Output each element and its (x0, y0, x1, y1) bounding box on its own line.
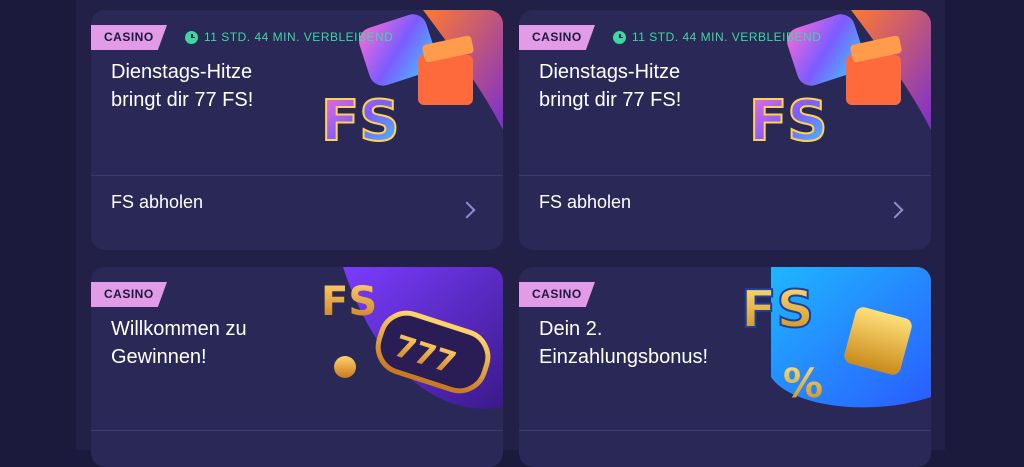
promo-card[interactable]: 777 FS CASINO Willkommen zu Gewinnen! (91, 267, 503, 467)
category-badge: CASINO (519, 25, 595, 50)
promo-artwork: FS % (740, 267, 931, 408)
promo-card[interactable]: FS CASINO 11 STD. 44 MIN. VERBLEIBEND Di… (519, 10, 931, 250)
promo-card[interactable]: FS % CASINO Dein 2. Einzahlungsbonus! (519, 267, 931, 467)
promo-title: Dein 2. Einzahlungsbonus! (539, 318, 709, 368)
chevron-right-icon[interactable] (886, 201, 904, 219)
clock-icon (613, 30, 626, 44)
category-badge: CASINO (519, 282, 595, 307)
time-remaining: 11 STD. 44 MIN. VERBLEIBEND (185, 30, 393, 44)
svg-text:%: % (783, 361, 823, 407)
claim-fs-link[interactable]: FS abholen (539, 192, 631, 213)
promo-title: Willkommen zu Gewinnen! (111, 318, 247, 368)
divider (91, 430, 503, 431)
claim-fs-link[interactable]: FS abholen (111, 192, 203, 213)
promo-title: Dienstags-Hitze bringt dir 77 FS! (111, 61, 254, 111)
chevron-right-icon[interactable] (458, 201, 476, 219)
divider (91, 175, 503, 176)
promo-card[interactable]: FS CASINO 11 STD. 44 MIN. VERBLEIBEND Di… (91, 10, 503, 250)
svg-text:FS: FS (321, 89, 400, 154)
time-remaining: 11 STD. 44 MIN. VERBLEIBEND (613, 30, 821, 44)
category-badge: CASINO (91, 282, 167, 307)
category-badge: CASINO (91, 25, 167, 50)
promo-title: Dienstags-Hitze bringt dir 77 FS! (539, 61, 682, 111)
promo-artwork: 777 FS (321, 267, 503, 409)
svg-text:FS: FS (749, 89, 828, 154)
time-remaining-text: 11 STD. 44 MIN. VERBLEIBEND (204, 30, 394, 44)
divider (519, 175, 931, 176)
clock-icon (185, 30, 198, 44)
divider (519, 430, 931, 431)
time-remaining-text: 11 STD. 44 MIN. VERBLEIBEND (632, 30, 822, 44)
